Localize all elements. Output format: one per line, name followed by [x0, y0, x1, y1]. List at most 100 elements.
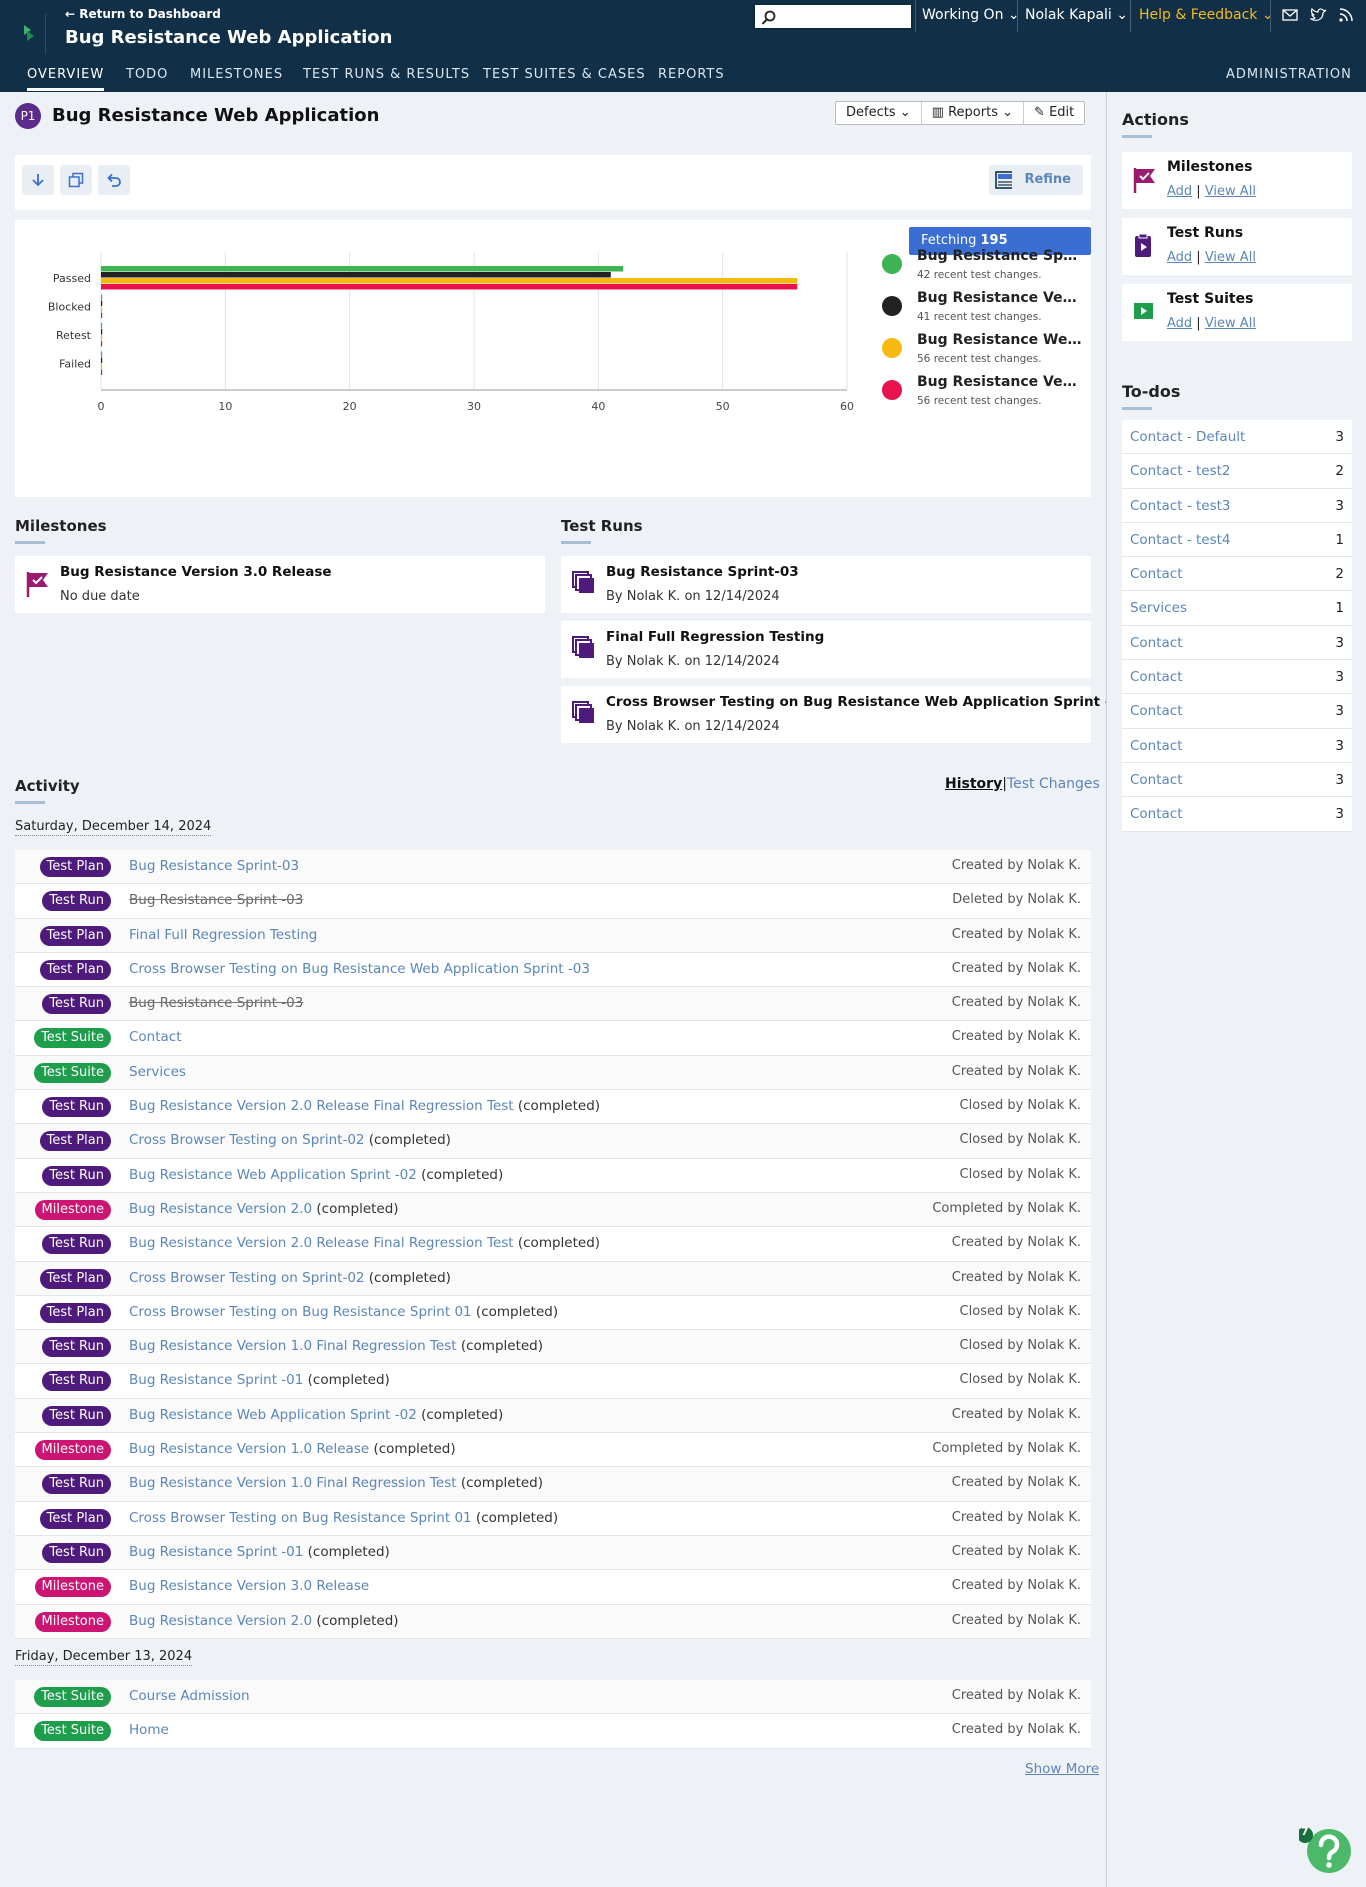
edit-button[interactable]: ✎ Edit — [1024, 102, 1084, 124]
todo-name[interactable]: Contact — [1130, 738, 1183, 754]
todo-name[interactable]: Contact - test4 — [1130, 532, 1231, 548]
tab-milestones[interactable]: MILESTONES — [190, 67, 283, 82]
todo-name[interactable]: Contact — [1130, 772, 1183, 788]
activity-link[interactable]: Bug Resistance Sprint -01 — [129, 1372, 303, 1388]
test-run-title[interactable]: Cross Browser Testing on Bug Resistance … — [606, 694, 1129, 710]
todo-row[interactable]: Contact 3 — [1122, 626, 1352, 661]
todo-name[interactable]: Contact — [1130, 566, 1183, 582]
activity-link[interactable]: Cross Browser Testing on Sprint-02 — [129, 1132, 365, 1148]
view-all-test-suites-link[interactable]: View All — [1205, 316, 1256, 331]
activity-link[interactable]: Bug Resistance Web Application Sprint -0… — [129, 1407, 417, 1423]
todo-row[interactable]: Contact 3 — [1122, 694, 1352, 729]
activity-link[interactable]: Bug Resistance Version 2.0 — [129, 1201, 312, 1217]
activity-link[interactable]: Bug Resistance Version 1.0 Final Regress… — [129, 1338, 457, 1354]
activity-link[interactable]: Contact — [129, 1029, 182, 1045]
todo-name[interactable]: Contact - test3 — [1130, 498, 1231, 514]
milestone-flag-icon — [1133, 168, 1155, 193]
todo-row[interactable]: Contact - test4 1 — [1122, 523, 1352, 558]
tab-test-runs[interactable]: TEST RUNS & RESULTS — [303, 67, 470, 82]
activity-link[interactable]: Bug Resistance Sprint -01 — [129, 1544, 303, 1560]
bar — [101, 357, 103, 363]
help-feedback-dropdown[interactable]: Help & Feedback ⌄ — [1139, 7, 1274, 23]
activity-link[interactable]: Cross Browser Testing on Sprint-02 — [129, 1270, 365, 1286]
copy-button[interactable] — [60, 165, 92, 195]
activity-link[interactable]: Services — [129, 1064, 186, 1080]
legend-item[interactable]: Bug Resistance Versio... 56 recent test c… — [870, 374, 1090, 414]
activity-link[interactable]: Cross Browser Testing on Bug Resistance … — [129, 1304, 472, 1320]
todo-name[interactable]: Contact - test2 — [1130, 463, 1231, 479]
help-notification-count: 7 — [1301, 1825, 1309, 1838]
todo-name[interactable]: Services — [1130, 600, 1187, 616]
user-dropdown[interactable]: Nolak Kapali ⌄ — [1025, 7, 1128, 23]
tab-reports[interactable]: REPORTS — [658, 67, 725, 82]
tab-todo[interactable]: TODO — [126, 67, 168, 82]
activity-row: Test Suite Course Admission Created by Nol… — [15, 1680, 1091, 1715]
todo-name[interactable]: Contact — [1130, 635, 1183, 651]
todo-name[interactable]: Contact — [1130, 669, 1183, 685]
refine-button[interactable]: Refine — [1012, 165, 1083, 195]
history-link[interactable]: History — [945, 776, 1002, 792]
test-run-title[interactable]: Final Full Regression Testing — [606, 629, 824, 645]
download-button[interactable] — [22, 165, 54, 195]
activity-link[interactable]: Cross Browser Testing on Bug Resistance … — [129, 1510, 472, 1526]
search-input[interactable] — [753, 3, 913, 30]
app-logo[interactable] — [18, 14, 46, 54]
activity-link[interactable]: Cross Browser Testing on Bug Resistance … — [129, 961, 590, 977]
activity-link[interactable]: Home — [129, 1722, 169, 1738]
rss-icon[interactable] — [1338, 7, 1354, 23]
working-on-dropdown[interactable]: Working On ⌄ — [922, 7, 1020, 23]
todo-row[interactable]: Services 1 — [1122, 591, 1352, 626]
todo-row[interactable]: Contact 3 — [1122, 763, 1352, 798]
todo-name[interactable]: Contact — [1130, 703, 1183, 719]
activity-link[interactable]: Final Full Regression Testing — [129, 927, 317, 943]
tab-overview[interactable]: OVERVIEW — [27, 67, 105, 91]
add-test-run-link[interactable]: Add — [1167, 250, 1192, 265]
activity-row: Test Run Bug Resistance Version 2.0 Relea… — [15, 1227, 1091, 1262]
activity-link[interactable]: Bug Resistance Version 3.0 Release — [129, 1578, 369, 1594]
legend-item[interactable]: Bug Resistance Web A... 56 recent test ch… — [870, 332, 1090, 372]
activity-link[interactable]: Bug Resistance Sprint-03 — [129, 858, 299, 874]
test-run-title[interactable]: Bug Resistance Sprint-03 — [606, 564, 799, 580]
test-run-card[interactable]: Bug Resistance Sprint-03 By Nolak K. on … — [561, 556, 1091, 613]
test-changes-link[interactable]: Test Changes — [1007, 776, 1100, 792]
view-all-milestones-link[interactable]: View All — [1205, 184, 1256, 199]
twitter-icon[interactable] — [1310, 7, 1327, 23]
activity-row: Test Suite Home Created by Nolak K. — [15, 1714, 1091, 1749]
legend-item[interactable]: Bug Resistance Sprint ... 42 recent test … — [870, 248, 1090, 288]
todo-row[interactable]: Contact 3 — [1122, 797, 1352, 832]
add-test-suite-link[interactable]: Add — [1167, 316, 1192, 331]
todo-row[interactable]: Contact 3 — [1122, 729, 1352, 763]
tab-test-suites[interactable]: TEST SUITES & CASES — [483, 67, 646, 82]
reports-button[interactable]: ▥ Reports ⌄ — [922, 102, 1025, 124]
milestone-card[interactable]: Bug Resistance Version 3.0 Release No du… — [15, 556, 545, 613]
todo-row[interactable]: Contact - test2 2 — [1122, 454, 1352, 489]
activity-link[interactable]: Bug Resistance Version 1.0 Final Regress… — [129, 1475, 457, 1491]
activity-link[interactable]: Bug Resistance Version 2.0 Release Final… — [129, 1235, 514, 1251]
view-all-test-runs-link[interactable]: View All — [1205, 250, 1256, 265]
todo-row[interactable]: Contact 2 — [1122, 557, 1352, 592]
todo-name[interactable]: Contact — [1130, 806, 1183, 822]
add-milestone-link[interactable]: Add — [1167, 184, 1192, 199]
activity-link[interactable]: Course Admission — [129, 1688, 250, 1704]
milestone-title[interactable]: Bug Resistance Version 3.0 Release — [60, 564, 332, 580]
todo-row[interactable]: Contact 3 — [1122, 660, 1352, 695]
todo-name[interactable]: Contact - Default — [1130, 429, 1245, 445]
activity-link[interactable]: Bug Resistance Version 2.0 Release Final… — [129, 1098, 514, 1114]
test-run-card[interactable]: Cross Browser Testing on Bug Resistance … — [561, 686, 1129, 743]
activity-link[interactable]: Bug Resistance Version 2.0 — [129, 1613, 312, 1629]
activity-link[interactable]: Bug Resistance Version 1.0 Release — [129, 1441, 369, 1457]
mail-icon[interactable] — [1282, 7, 1298, 23]
defects-button[interactable]: Defects ⌄ — [836, 102, 922, 124]
activity-type-badge: Milestone — [34, 1440, 111, 1461]
tab-administration[interactable]: ADMINISTRATION — [1226, 67, 1352, 82]
return-to-dashboard-link[interactable]: ← Return to Dashboard — [65, 7, 221, 21]
help-widget[interactable]: 7 — [1297, 1825, 1357, 1875]
undo-button[interactable] — [98, 165, 130, 195]
todo-row[interactable]: Contact - test3 3 — [1122, 489, 1352, 523]
activity-type-badge: Test Suite — [34, 1687, 111, 1707]
test-run-card[interactable]: Final Full Regression Testing By Nolak K… — [561, 621, 1091, 678]
show-more-link[interactable]: Show More — [1025, 1761, 1099, 1777]
activity-link[interactable]: Bug Resistance Web Application Sprint -0… — [129, 1167, 417, 1183]
legend-item[interactable]: Bug Resistance Versio... 41 recent test c… — [870, 290, 1090, 330]
todo-row[interactable]: Contact - Default 3 — [1122, 420, 1352, 455]
